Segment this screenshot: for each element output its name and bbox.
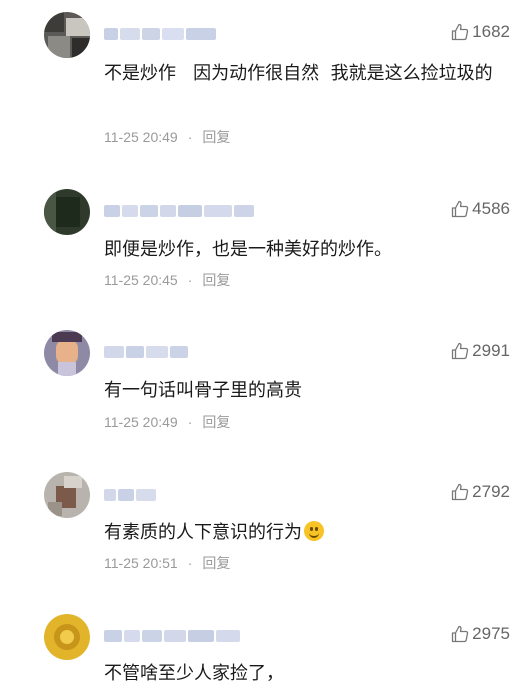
reply-button[interactable]: 回复 bbox=[202, 553, 230, 573]
separator-dot: · bbox=[187, 129, 193, 145]
avatar[interactable] bbox=[44, 472, 90, 518]
thumbs-up-icon bbox=[452, 483, 469, 501]
comment-meta: 11-25 20:45 · 回复 bbox=[104, 270, 230, 290]
separator-dot: · bbox=[187, 555, 193, 571]
comment-meta: 11-25 20:49 · 回复 bbox=[104, 412, 230, 432]
comment-text: 即便是炒作，也是一种美好的炒作。 bbox=[104, 239, 392, 260]
smile-emoji-icon bbox=[304, 521, 324, 541]
like-button[interactable]: 4586 bbox=[451, 199, 510, 219]
like-count: 2792 bbox=[472, 482, 510, 501]
avatar[interactable] bbox=[44, 189, 90, 235]
thumbs-up-icon bbox=[452, 625, 469, 643]
like-count: 2975 bbox=[472, 624, 510, 643]
like-button[interactable]: 1682 bbox=[451, 22, 510, 42]
like-button[interactable]: 2991 bbox=[451, 341, 510, 361]
username-blurred[interactable] bbox=[104, 628, 240, 644]
comment-text: 不是炒作 因为动作很自然 我就是这么捡垃圾的 bbox=[104, 63, 493, 84]
thumbs-up-icon bbox=[452, 23, 469, 41]
comment-text: 有一句话叫骨子里的高贵 bbox=[104, 380, 302, 401]
comment-meta: 11-25 20:51 · 回复 bbox=[104, 553, 230, 573]
timestamp: 11-25 20:51 bbox=[104, 555, 178, 571]
like-count: 4586 bbox=[472, 199, 510, 218]
comment-text-content: 有素质的人下意识的行为 bbox=[104, 522, 302, 543]
timestamp: 11-25 20:45 bbox=[104, 272, 178, 288]
separator-dot: · bbox=[187, 272, 193, 288]
like-count: 1682 bbox=[472, 22, 510, 41]
reply-button[interactable]: 回复 bbox=[202, 127, 230, 147]
like-button[interactable]: 2792 bbox=[451, 482, 510, 502]
comment-text: 不管啥至少人家捡了， bbox=[104, 663, 284, 684]
separator-dot: · bbox=[187, 414, 193, 430]
comment-meta: 11-25 20:49 · 回复 bbox=[104, 127, 230, 147]
reply-button[interactable]: 回复 bbox=[202, 412, 230, 432]
avatar[interactable] bbox=[44, 330, 90, 376]
comment-text: 有素质的人下意识的行为 bbox=[104, 518, 504, 548]
username-blurred[interactable] bbox=[104, 487, 156, 503]
thumbs-up-icon bbox=[452, 200, 469, 218]
avatar[interactable] bbox=[44, 12, 90, 58]
avatar[interactable] bbox=[44, 614, 90, 660]
username-blurred[interactable] bbox=[104, 344, 188, 360]
timestamp: 11-25 20:49 bbox=[104, 129, 178, 145]
like-count: 2991 bbox=[472, 341, 510, 360]
thumbs-up-icon bbox=[452, 342, 469, 360]
reply-button[interactable]: 回复 bbox=[202, 270, 230, 290]
username-blurred[interactable] bbox=[104, 26, 216, 42]
like-button[interactable]: 2975 bbox=[451, 624, 510, 644]
username-blurred[interactable] bbox=[104, 203, 254, 219]
timestamp: 11-25 20:49 bbox=[104, 414, 178, 430]
